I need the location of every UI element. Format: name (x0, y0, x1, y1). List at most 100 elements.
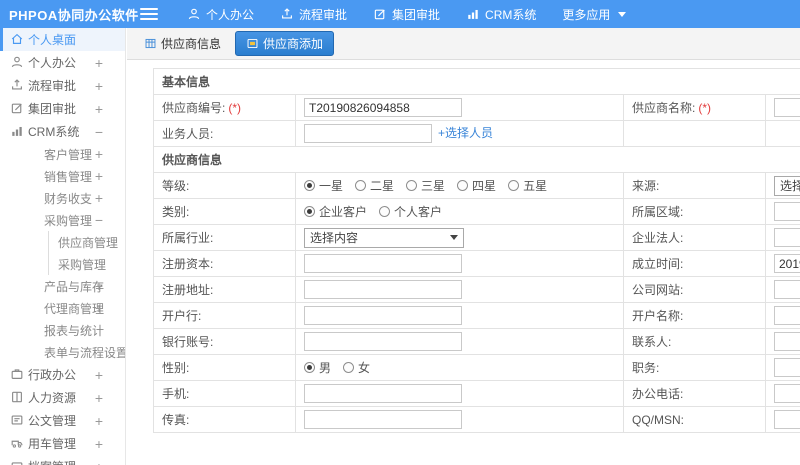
level-radio-1[interactable]: 二星 (355, 177, 394, 194)
category-radio-0[interactable]: 企业客户 (304, 203, 367, 220)
job-title-input[interactable] (774, 358, 800, 377)
bank-input[interactable] (304, 306, 462, 325)
bank-account-input[interactable] (304, 332, 462, 351)
bank-label: 开户行: (162, 309, 202, 323)
radio-button-icon[interactable] (304, 362, 315, 373)
expand-toggle-icon[interactable]: + (95, 78, 103, 94)
sidebar-item-product-inventory[interactable]: 产品与库存 + (0, 275, 125, 297)
company-website-label-cell: 公司网站: (623, 276, 766, 303)
category-radio-1[interactable]: 个人客户 (379, 203, 442, 220)
expand-toggle-icon[interactable]: + (95, 390, 103, 406)
tab-supplier-add[interactable]: 供应商添加 (235, 31, 335, 56)
gender-radio-0[interactable]: 男 (304, 359, 331, 376)
expand-toggle-icon[interactable]: − (95, 212, 103, 228)
supplier-name-input[interactable] (774, 98, 800, 117)
person-icon (188, 8, 200, 20)
expand-toggle-icon[interactable]: + (95, 146, 103, 162)
category-field-cell: 企业客户 个人客户 (295, 198, 624, 225)
nav-group-approval[interactable]: 集团审批 (360, 0, 453, 28)
expand-toggle-icon[interactable]: + (95, 101, 103, 117)
sidebar-item-archive-mgmt[interactable]: 档案管理 + (0, 455, 125, 465)
registered-address-input[interactable] (304, 280, 462, 299)
expand-toggle-icon[interactable]: + (95, 367, 103, 383)
level-radio-3[interactable]: 四星 (457, 177, 496, 194)
sidebar-item-crm-system[interactable]: CRM系统 − (0, 120, 125, 143)
office-phone-input[interactable] (774, 384, 800, 403)
radio-label: 一星 (319, 179, 344, 193)
region-input[interactable] (774, 202, 800, 221)
sidebar-item-supplier-mgmt[interactable]: 供应商管理 (0, 231, 125, 253)
nav-crm-system[interactable]: CRM系统 (453, 0, 549, 28)
expand-toggle-icon[interactable]: + (95, 413, 103, 429)
radio-button-icon[interactable] (457, 180, 469, 191)
radio-button-icon[interactable] (406, 180, 418, 191)
select-person-link[interactable]: +选择人员 (438, 126, 493, 140)
expand-toggle-icon[interactable]: + (95, 55, 103, 71)
sidebar-item-finance[interactable]: 财务收支 + (0, 187, 125, 209)
expand-toggle-icon[interactable]: + (95, 300, 103, 316)
expand-toggle-icon[interactable]: + (95, 168, 103, 184)
nav-personal-office[interactable]: 个人办公 (174, 0, 267, 28)
sidebar-item-sales-mgmt[interactable]: 销售管理 + (0, 165, 125, 187)
company-website-input[interactable] (774, 280, 800, 299)
sidebar-item-label: 财务收支 (44, 191, 93, 206)
expand-toggle-icon[interactable]: − (95, 124, 103, 140)
contact-person-input[interactable] (774, 332, 800, 351)
supplier-code-label-cell: 供应商编号: (*) (153, 94, 296, 121)
founding-date-field-cell (764, 250, 800, 277)
radio-button-icon[interactable] (343, 362, 355, 373)
source-select[interactable]: 选择内容 (774, 175, 800, 196)
business-person-field-cell: +选择人员 (295, 120, 624, 147)
fax-input[interactable] (304, 410, 462, 429)
expand-toggle-icon[interactable]: + (95, 459, 103, 465)
sidebar-item-workflow-approval[interactable]: 流程审批 + (0, 74, 125, 97)
founding-date-input[interactable] (774, 254, 800, 273)
tab-supplier-info[interactable]: 供应商信息 (136, 32, 229, 55)
region-field-cell (764, 198, 800, 225)
radio-button-icon[interactable] (304, 180, 315, 191)
radio-button-icon[interactable] (304, 206, 315, 217)
registered-capital-input[interactable] (304, 254, 462, 273)
level-radio-4[interactable]: 五星 (508, 177, 547, 194)
sidebar-item-label: 个人办公 (28, 56, 77, 70)
sidebar-item-admin-office[interactable]: 行政办公 + (0, 363, 125, 386)
sidebar-item-agent-mgmt[interactable]: 代理商管理 + (0, 297, 125, 319)
empty-field-cell (764, 120, 800, 147)
company-website-label: 公司网站: (632, 283, 684, 297)
menu-toggle-icon[interactable] (140, 0, 158, 28)
sidebar-item-group-approval[interactable]: 集团审批 + (0, 97, 125, 120)
nav-workflow-approval[interactable]: 流程审批 (267, 0, 360, 28)
industry-label-cell: 所属行业: (153, 224, 296, 251)
radio-button-icon[interactable] (508, 180, 520, 191)
gender-radio-1[interactable]: 女 (343, 359, 370, 376)
sidebar-item-reports-stats[interactable]: 报表与统计 (0, 319, 125, 341)
radio-label: 四星 (472, 179, 497, 193)
sidebar-item-form-flow-settings[interactable]: 表单与流程设置+ (0, 341, 125, 363)
business-person-input[interactable] (304, 124, 432, 144)
expand-toggle-icon[interactable]: + (95, 436, 103, 452)
sidebar-item-purchasing[interactable]: 采购管理 (0, 253, 125, 275)
sidebar-item-personal-desktop[interactable]: 个人桌面 (0, 28, 125, 51)
sidebar-item-hr[interactable]: 人力资源 + (0, 386, 125, 409)
account-name-input[interactable] (774, 306, 800, 325)
legal-person-input[interactable] (774, 228, 800, 247)
industry-select[interactable]: 选择内容 (304, 227, 464, 248)
person-icon (11, 56, 23, 68)
nav-more-apps[interactable]: 更多应用 (549, 0, 639, 28)
mobile-input[interactable] (304, 384, 462, 403)
edit-icon (11, 103, 22, 114)
sidebar-item-document-mgmt[interactable]: 公文管理 + (0, 409, 125, 432)
supplier-code-input[interactable] (304, 98, 462, 117)
level-radio-0[interactable]: 一星 (304, 177, 343, 194)
sidebar-item-personal-office[interactable]: 个人办公 + (0, 51, 125, 74)
expand-toggle-icon[interactable]: + (95, 190, 103, 206)
radio-button-icon[interactable] (355, 180, 367, 191)
expand-toggle-icon[interactable]: + (95, 278, 103, 294)
sidebar-item-purchase-mgmt[interactable]: 采购管理 − (0, 209, 125, 231)
level-radio-2[interactable]: 三星 (406, 177, 445, 194)
qq-msn-input[interactable] (774, 410, 800, 429)
form-row: 性别: 男女职务: (153, 354, 800, 381)
radio-button-icon[interactable] (379, 206, 391, 217)
sidebar-item-vehicle-mgmt[interactable]: 用车管理 + (0, 432, 125, 455)
sidebar-item-customer-mgmt[interactable]: 客户管理 + (0, 143, 125, 165)
